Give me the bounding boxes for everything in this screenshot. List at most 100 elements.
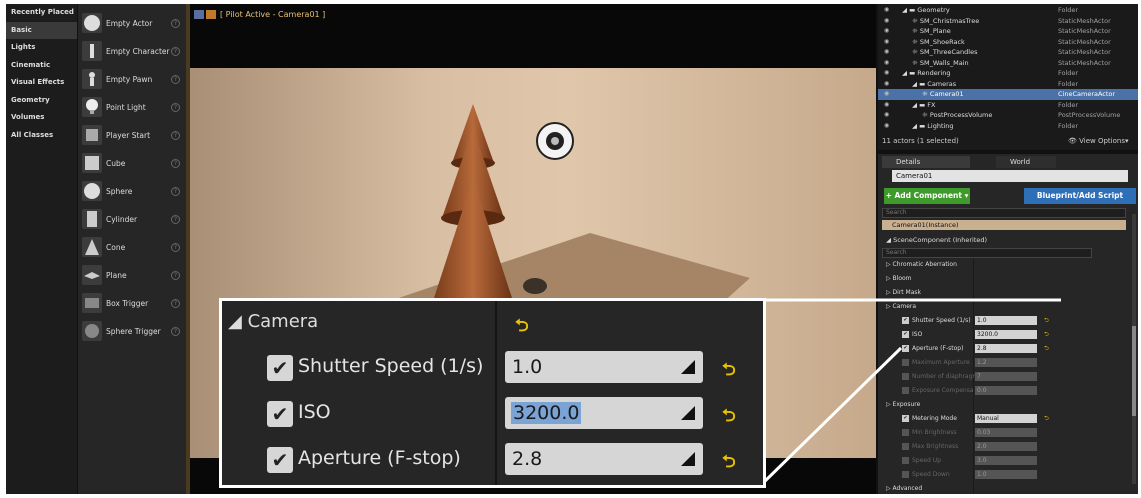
pilot-eject-icon[interactable] [206,10,216,19]
place-item-empty-pawn[interactable]: Empty Pawn? [78,66,187,94]
outliner-row[interactable]: ◉ ☼ PostProcessVolume PostProcessVolume [878,110,1138,121]
override-checkbox[interactable]: ✔ [267,355,293,381]
outliner-row[interactable]: ◉ ☼ Camera01 CineCameraActor [878,89,1138,100]
place-item-cylinder[interactable]: Cylinder? [78,206,187,234]
help-icon[interactable]: ? [171,243,180,252]
details-section[interactable]: ▷ Exposure [878,398,1138,412]
category-cinematic[interactable]: Cinematic [6,57,77,75]
reset-to-default-icon[interactable]: ⮌ [722,357,736,386]
details-section[interactable]: ▷ Dirt Mask [878,286,1138,300]
override-checkbox[interactable] [902,429,909,436]
instance-row[interactable]: Camera01(Instance) [882,220,1126,230]
visibility-eye-icon[interactable]: ◉ [884,100,889,111]
visibility-eye-icon[interactable]: ◉ [884,121,889,132]
zoom-reset-icon[interactable]: ⮌ [515,313,529,342]
property-value-field[interactable]: 0.0 [975,386,1037,395]
zoom-value-field[interactable]: 1.0 [505,351,703,383]
property-value-field[interactable]: 1.0 [975,316,1037,325]
place-item-cube[interactable]: Cube? [78,150,187,178]
place-item-point-light[interactable]: Point Light? [78,94,187,122]
visibility-eye-icon[interactable]: ◉ [884,37,889,48]
property-value-field[interactable]: 0.03 [975,428,1037,437]
outliner-row[interactable]: ◉ ◢ ▬ Rendering Folder [878,68,1138,79]
help-icon[interactable]: ? [171,75,180,84]
outliner-row[interactable]: ◉ ☼ SM_ChristmasTree StaticMeshActor [878,16,1138,27]
tab-world-settings[interactable]: World Settings [996,156,1056,178]
details-scrollbar[interactable] [1132,214,1136,484]
place-item-cone[interactable]: Cone? [78,234,187,262]
override-checkbox[interactable]: ✔ [267,447,293,473]
visibility-eye-icon[interactable]: ◉ [884,5,889,16]
reset-to-default-icon[interactable]: ⮌ [1044,412,1049,426]
details-search-input[interactable]: Search [882,248,1092,258]
visibility-eye-icon[interactable]: ◉ [884,16,889,27]
property-value-field[interactable]: 3.0 [975,456,1037,465]
help-icon[interactable]: ? [171,299,180,308]
place-item-sphere[interactable]: Sphere? [78,178,187,206]
help-icon[interactable]: ? [171,47,180,56]
details-section[interactable]: ▷ Chromatic Aberration [878,258,1138,272]
place-item-empty-character[interactable]: Empty Character? [78,38,187,66]
outliner-row[interactable]: ◉ ◢ ▬ FX Folder [878,100,1138,111]
help-icon[interactable]: ? [171,271,180,280]
place-item-player-start[interactable]: Player Start? [78,122,187,150]
outliner-row[interactable]: ◉ ☼ SM_Plane StaticMeshActor [878,26,1138,37]
outliner-row[interactable]: ◉ ◢ ▬ Geometry Folder [878,5,1138,16]
help-icon[interactable]: ? [171,159,180,168]
visibility-eye-icon[interactable]: ◉ [884,89,889,100]
outliner-row[interactable]: ◉ ◢ ▬ Cameras Folder [878,79,1138,90]
property-value-field[interactable]: 7 [975,372,1037,381]
property-value-field[interactable]: 1.0 [975,470,1037,479]
visibility-eye-icon[interactable]: ◉ [884,110,889,121]
reset-to-default-icon[interactable]: ⮌ [1044,314,1049,328]
outliner-row[interactable]: ◉ ☼ SM_ThreeCandles StaticMeshActor [878,47,1138,58]
blueprint-button[interactable]: Blueprint/Add Script [1024,188,1136,204]
help-icon[interactable]: ? [171,187,180,196]
help-icon[interactable]: ? [171,131,180,140]
scroll-thumb[interactable] [1132,326,1136,416]
details-section[interactable]: ▷ Advanced [878,482,1138,494]
visibility-eye-icon[interactable]: ◉ [884,47,889,58]
category-recently-placed[interactable]: Recently Placed [6,4,77,22]
reset-to-default-icon[interactable]: ⮌ [722,403,736,432]
details-section[interactable]: ▷ Bloom [878,272,1138,286]
override-checkbox[interactable]: ✔ [902,345,909,352]
scene-component-row[interactable]: ◢ SceneComponent (Inherited) [886,236,987,244]
override-checkbox[interactable] [902,443,909,450]
outliner-row[interactable]: ◉ ☼ SM_Walls_Main StaticMeshActor [878,58,1138,69]
category-all-classes[interactable]: All Classes [6,127,77,145]
outliner-row[interactable]: ◉ ☼ SM_ShoeRack StaticMeshActor [878,37,1138,48]
override-checkbox[interactable] [902,457,909,464]
zoom-value-field[interactable]: 3200.0 [505,397,703,429]
view-options-button[interactable]: 👁 View Options▾ [1068,137,1129,145]
outliner-row[interactable]: ◉ ◢ ▬ Lighting Folder [878,121,1138,132]
category-geometry[interactable]: Geometry [6,92,77,110]
category-visual-effects[interactable]: Visual Effects [6,74,77,92]
place-item-plane[interactable]: Plane? [78,262,187,290]
help-icon[interactable]: ? [171,215,180,224]
override-checkbox[interactable] [902,373,909,380]
place-item-box-trigger[interactable]: Box Trigger? [78,290,187,318]
zoom-value-field[interactable]: 2.8 [505,443,703,475]
category-lights[interactable]: Lights [6,39,77,57]
details-section[interactable]: ▷ Camera [878,300,1138,314]
category-basic[interactable]: Basic [6,21,77,39]
visibility-eye-icon[interactable]: ◉ [884,79,889,90]
property-value-field[interactable]: 3200.0 [975,330,1037,339]
place-item-empty-actor[interactable]: Empty Actor? [78,10,187,38]
visibility-eye-icon[interactable]: ◉ [884,68,889,79]
property-value-field[interactable]: 1.2 [975,358,1037,367]
override-checkbox[interactable] [902,471,909,478]
viewport-menu-icon[interactable] [194,10,204,19]
override-checkbox[interactable] [902,359,909,366]
override-checkbox[interactable] [902,387,909,394]
property-value-field[interactable]: Manual [975,414,1037,423]
override-checkbox[interactable]: ✔ [902,317,909,324]
component-search-input[interactable]: Search [882,208,1126,218]
camera-gizmo[interactable] [536,122,574,160]
help-icon[interactable]: ? [171,327,180,336]
property-value-field[interactable]: 2.8 [975,344,1037,353]
tab-details[interactable]: Details [882,156,970,168]
override-checkbox[interactable]: ✔ [902,415,909,422]
reset-to-default-icon[interactable]: ⮌ [722,449,736,478]
